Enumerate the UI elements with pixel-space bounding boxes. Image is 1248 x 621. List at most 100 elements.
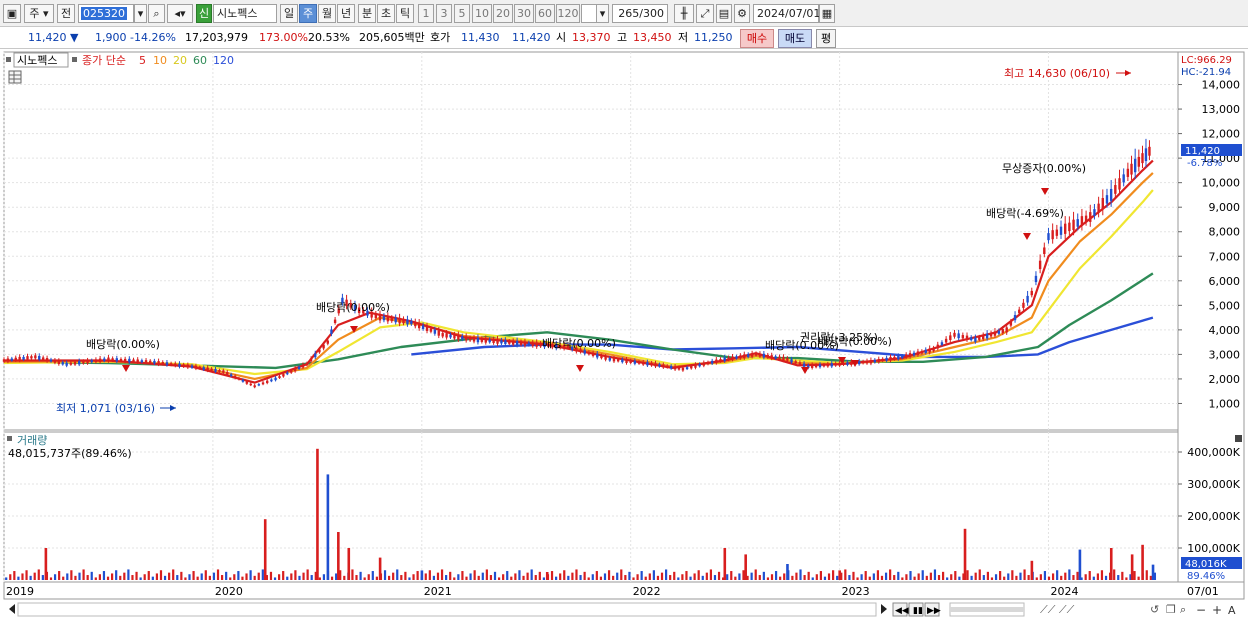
candle-body <box>698 364 701 367</box>
candle-body <box>527 342 531 346</box>
candle-body <box>650 362 653 366</box>
scrollbar-track[interactable] <box>17 602 877 617</box>
candle-body <box>936 344 939 349</box>
volume-bar <box>1096 573 1099 580</box>
candle-body <box>889 356 892 361</box>
volume-bar <box>701 575 704 580</box>
candle-body <box>940 342 944 345</box>
candle-body <box>901 355 904 358</box>
candle-body <box>186 364 190 368</box>
volume-bar <box>656 575 660 580</box>
copy-icon[interactable]: ❐ <box>1166 603 1176 616</box>
scroll-right-icon[interactable] <box>881 604 887 614</box>
volume-bar <box>290 573 293 580</box>
candle-body <box>633 360 637 364</box>
undo-icon[interactable]: ↺ <box>1150 603 1159 616</box>
price-tick-label: 8,000 <box>1209 226 1241 239</box>
candle-body <box>794 361 797 364</box>
price-chart[interactable]: 1,000 2,000 3,000 4,000 5,000 6,000 7,000 8,000… <box>0 0 1248 621</box>
price-badge-pct: -6.78% <box>1187 158 1222 169</box>
volume-bar <box>147 571 150 580</box>
volume-close-icon[interactable] <box>1235 435 1242 442</box>
volume-bar <box>799 569 802 580</box>
volume-bar <box>1047 576 1051 580</box>
candle-body <box>1133 158 1137 173</box>
volume-bar <box>436 572 440 580</box>
candle-body <box>1097 203 1100 213</box>
candle-body <box>437 330 440 336</box>
volume-bar <box>110 573 114 580</box>
volume-bar <box>322 574 326 580</box>
candle-body <box>608 358 612 361</box>
candle-body <box>519 341 523 345</box>
candle-body <box>1018 309 1021 314</box>
volume-bar <box>98 574 101 580</box>
candle-body <box>965 335 969 340</box>
volume-bar <box>58 571 61 580</box>
volume-bar <box>950 574 953 580</box>
volume-bar <box>21 573 24 580</box>
x-tick-label: 2023 <box>842 585 870 598</box>
price-tick-label: 9,000 <box>1209 201 1241 214</box>
x-tick-label: 2019 <box>6 585 34 598</box>
volume-bar <box>188 574 191 580</box>
table-icon[interactable] <box>8 70 22 84</box>
candle-body <box>762 353 766 358</box>
font-size-icon[interactable]: A <box>1228 604 1236 617</box>
candle-body <box>928 348 931 353</box>
x-tick-label: 2021 <box>424 585 452 598</box>
volume-bar <box>457 574 460 580</box>
candle-body <box>694 364 697 368</box>
candle-body <box>453 334 456 339</box>
zoom-out-icon[interactable]: − <box>1196 603 1206 617</box>
volume-bar <box>241 576 244 580</box>
volume-bar <box>563 570 566 580</box>
candle-body <box>1080 216 1084 226</box>
volume-bar <box>13 571 16 580</box>
candle-body <box>398 317 401 324</box>
scroll-left-icon[interactable] <box>9 604 15 614</box>
candle-body <box>865 360 869 364</box>
volume-bar <box>697 570 700 580</box>
volume-bar <box>958 576 961 580</box>
candle-body <box>492 339 495 344</box>
volume-bar <box>941 571 945 580</box>
candle-body <box>190 365 194 368</box>
candle-body <box>107 357 110 362</box>
price-badge-text: 11,420 <box>1185 146 1220 157</box>
volume-bar <box>1149 575 1152 580</box>
candle-body <box>218 370 221 372</box>
zoom-in-icon[interactable]: + <box>1212 603 1222 617</box>
volume-bar <box>461 571 464 580</box>
volume-bar <box>1064 572 1067 580</box>
candle-body <box>1101 198 1104 210</box>
candle-body <box>1013 315 1017 321</box>
volume-bar <box>1076 571 1079 580</box>
candle-body <box>461 336 464 340</box>
volume-bar <box>172 569 175 580</box>
volume-bar <box>432 575 436 580</box>
volume-bar-peak <box>786 564 789 580</box>
candle-body <box>22 356 25 360</box>
volume-bar <box>135 571 138 580</box>
volume-bar <box>770 574 774 580</box>
volume-bar <box>591 574 594 580</box>
candle-body <box>309 358 313 362</box>
candle-body <box>278 376 281 379</box>
draw-tools-icon[interactable]: ⟋⟋ ⟋⟋ <box>1040 603 1075 616</box>
volume-bar <box>282 571 285 580</box>
candle-body <box>596 353 599 358</box>
candle-body <box>496 339 499 344</box>
hc-label: HC:-21.94 <box>1181 67 1231 78</box>
volume-bar <box>1035 577 1038 580</box>
volume-bar <box>33 572 36 580</box>
candle-body <box>746 354 750 357</box>
candle-body <box>838 362 841 366</box>
volume-bar <box>868 576 871 580</box>
candle-body <box>144 360 148 363</box>
zoom-search-icon[interactable]: ⌕ <box>1180 603 1186 616</box>
volume-bar <box>669 575 672 580</box>
volume-bar <box>640 571 643 580</box>
volume-bar <box>204 570 207 580</box>
volume-bar <box>795 572 798 580</box>
